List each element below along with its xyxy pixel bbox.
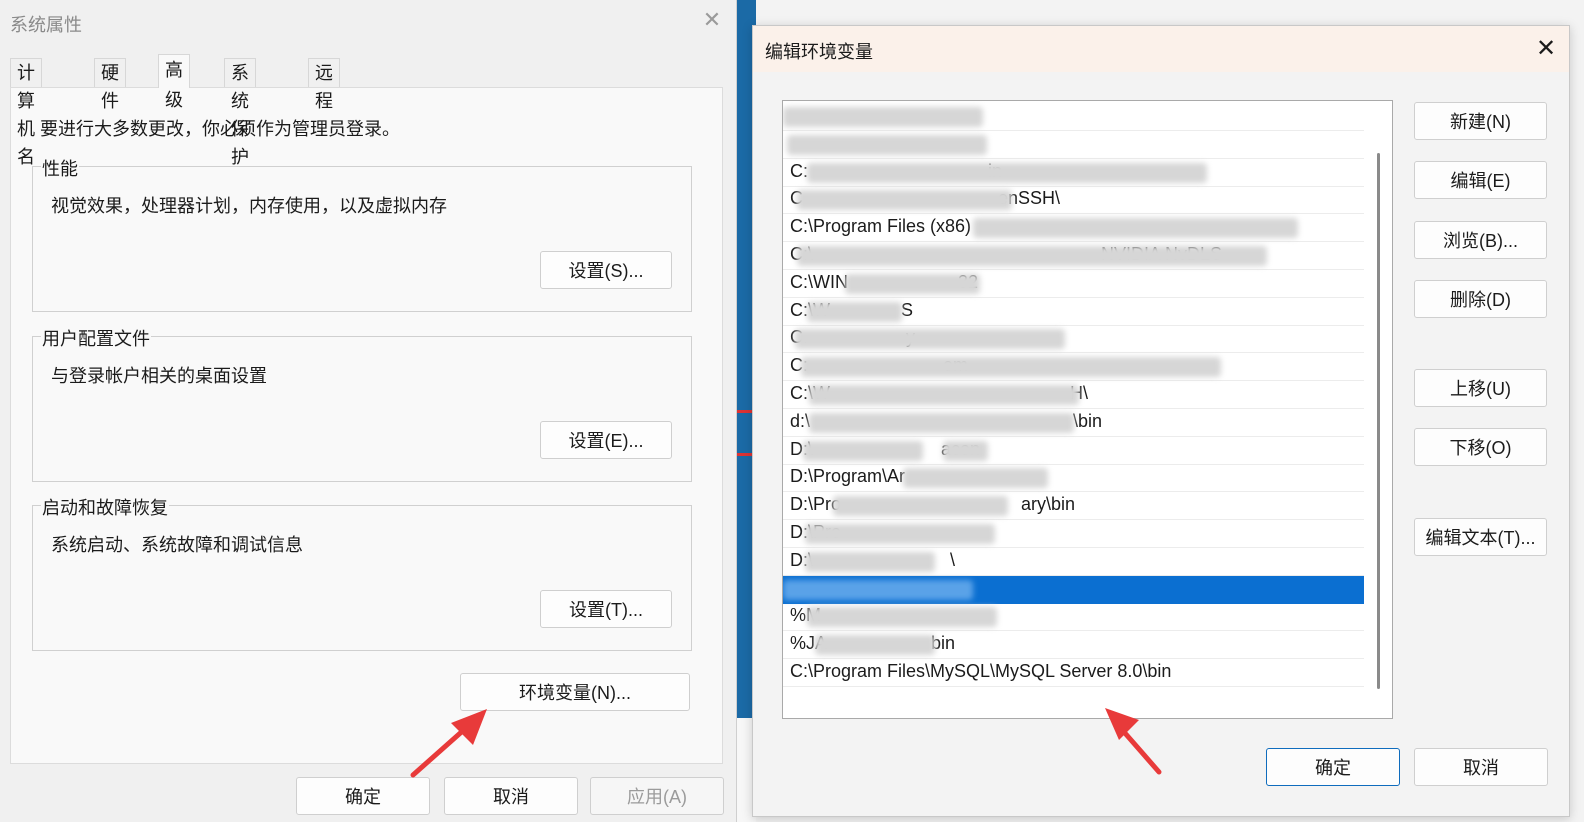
- user-profiles-settings-button[interactable]: 设置(E)...: [540, 421, 672, 459]
- list-item[interactable]: [783, 575, 1364, 604]
- tab-hardware[interactable]: 硬件: [94, 58, 126, 111]
- redacted-text-blur: [807, 607, 997, 628]
- group-desc-startup-recovery: 系统启动、系统故障和调试信息: [51, 535, 303, 555]
- list-item[interactable]: D:\Pro: [783, 520, 1364, 548]
- list-item[interactable]: C:\WH\: [783, 381, 1364, 409]
- group-desc-user-profiles: 与登录帐户相关的桌面设置: [51, 366, 267, 386]
- list-item-text-suffix: S: [901, 299, 914, 320]
- redacted-text-blur: [973, 218, 1298, 239]
- redacted-text-blur: [809, 412, 1074, 433]
- redacted-text-blur: [943, 440, 988, 461]
- admin-note: 要进行大多数更改，你必须作为管理员登录。: [40, 119, 400, 139]
- close-icon[interactable]: ✕: [1533, 36, 1559, 62]
- system-properties-dialog: 系统属性 ✕ 计算机名 硬件 高级 系统保护 远程 要进行大多数更改，你必须作为…: [0, 0, 737, 822]
- list-item[interactable]: %M: [783, 603, 1364, 632]
- redacted-text-blur: [803, 440, 923, 461]
- list-item[interactable]: C.y: [783, 325, 1364, 354]
- list-item-text: d:\: [790, 410, 811, 431]
- apply-button[interactable]: 应用(A): [590, 777, 724, 815]
- redacted-text-blur: [845, 273, 980, 294]
- list-item[interactable]: C:in: [783, 159, 1364, 187]
- redacted-text-blur: [797, 190, 1012, 211]
- group-desc-performance: 视觉效果，处理器计划，内存使用，以及虚拟内存: [51, 196, 447, 216]
- redacted-text-blur: [833, 496, 1008, 517]
- list-item-text: D:\Program\Ar: [790, 466, 906, 487]
- cancel-button[interactable]: 取消: [1414, 748, 1548, 786]
- tab-remote[interactable]: 远程: [308, 58, 340, 111]
- list-item[interactable]: D:\Pro ary\bin: [783, 492, 1364, 521]
- startup-recovery-group: 启动和故障恢复 系统启动、系统故障和调试信息 设置(T)...: [32, 494, 692, 651]
- scrollbar[interactable]: [1377, 153, 1380, 689]
- delete-button[interactable]: 删除(D): [1414, 280, 1547, 318]
- list-item[interactable]: C:\WS: [783, 298, 1364, 326]
- list-item-text-suffix: \bin: [1073, 410, 1103, 431]
- redacted-text-blur: [801, 357, 1221, 378]
- list-item-text-suffix: ary\bin: [1021, 494, 1076, 515]
- user-profiles-group: 用户配置文件 与登录帐户相关的桌面设置 设置(E)...: [32, 325, 692, 482]
- list-item[interactable]: [783, 103, 1364, 131]
- redacted-text-blur: [783, 107, 983, 127]
- redacted-text-blur: [805, 551, 935, 572]
- startup-recovery-settings-button[interactable]: 设置(T)...: [540, 590, 672, 628]
- tab-system-protection[interactable]: 系统保护: [224, 58, 256, 167]
- performance-settings-button[interactable]: 设置(S)...: [540, 251, 672, 289]
- list-item[interactable]: %JA bin: [783, 631, 1364, 660]
- list-item[interactable]: C:\Program Files\MySQL\MySQL Server 8.0\…: [783, 659, 1364, 687]
- edit-text-button[interactable]: 编辑文本(T)...: [1414, 518, 1547, 556]
- list-item[interactable]: [783, 131, 1364, 159]
- title-bar: 编辑环境变量 ✕: [753, 26, 1569, 72]
- list-item[interactable]: D:\Program\Ar: [783, 464, 1364, 493]
- list-item[interactable]: d:\ \bin: [783, 409, 1364, 437]
- list-item[interactable]: C:\Program Files (x86): [783, 214, 1364, 243]
- redacted-text-blur: [797, 246, 1267, 266]
- group-title-user-profiles: 用户配置文件: [41, 325, 151, 351]
- redacted-text-blur: [795, 329, 1065, 350]
- group-title-startup-recovery: 启动和故障恢复: [41, 494, 169, 520]
- move-up-button[interactable]: 上移(U): [1414, 369, 1547, 407]
- dialog-title: 编辑环境变量: [765, 42, 873, 62]
- move-down-button[interactable]: 下移(O): [1414, 428, 1547, 466]
- redacted-text-blur: [807, 162, 1207, 183]
- redacted-text-blur: [815, 635, 935, 656]
- list-item-text: C:\WIN: [790, 271, 848, 292]
- redacted-text-blur: [807, 301, 902, 322]
- annotation-arrow-icon: [1105, 708, 1162, 775]
- redacted-text-blur: [805, 524, 995, 544]
- list-item[interactable]: CenSSH\: [783, 186, 1364, 215]
- redacted-text-blur: [787, 134, 987, 155]
- close-icon[interactable]: ✕: [700, 8, 724, 32]
- edit-environment-variable-dialog: 编辑环境变量 ✕ C:inCenSSH\C:\Program Files (x8…: [752, 25, 1570, 817]
- redacted-text-blur: [903, 468, 1048, 489]
- list-item-text: C:\Program Files (x86): [790, 216, 972, 237]
- performance-group: 性能 视觉效果，处理器计划，内存使用，以及虚拟内存 设置(S)...: [32, 155, 692, 312]
- annotation-arrow-icon: [410, 709, 487, 778]
- redacted-text-blur: [783, 579, 973, 600]
- redacted-text-blur: [809, 385, 1079, 405]
- dialog-title: 系统属性: [10, 15, 82, 35]
- list-item-text-suffix: \: [950, 549, 956, 570]
- edit-button[interactable]: 编辑(E): [1414, 161, 1547, 199]
- list-item[interactable]: C:em: [783, 353, 1364, 382]
- list-item-text: C:: [790, 160, 808, 181]
- group-title-performance: 性能: [41, 155, 79, 181]
- new-button[interactable]: 新建(N): [1414, 102, 1547, 140]
- list-item[interactable]: D:\acon: [783, 437, 1364, 465]
- browse-button[interactable]: 浏览(B)...: [1414, 221, 1547, 259]
- tab-computer-name[interactable]: 计算机名: [10, 58, 42, 167]
- list-item[interactable]: C:\WIN32: [783, 270, 1364, 298]
- tab-advanced[interactable]: 高级: [158, 54, 190, 110]
- list-item-text: C:\Program Files\MySQL\MySQL Server 8.0\…: [790, 661, 1172, 681]
- ok-button[interactable]: 确定: [1266, 748, 1400, 786]
- list-item[interactable]: D:\ \: [783, 548, 1364, 576]
- list-item[interactable]: C:\NVIDIA NvDLS: [783, 242, 1364, 270]
- path-list[interactable]: C:inCenSSH\C:\Program Files (x86) C:\NVID…: [782, 100, 1393, 719]
